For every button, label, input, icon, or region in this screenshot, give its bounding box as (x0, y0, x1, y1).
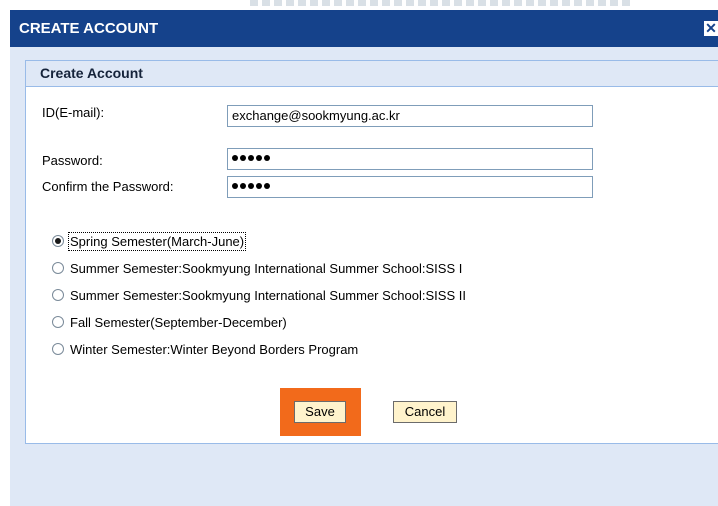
semester-option-summer-siss-2[interactable]: Summer Semester:Sookmyung International … (52, 286, 466, 304)
create-account-panel: Create Account ID(E-mail): exchange@sook… (25, 60, 718, 444)
radio-button[interactable] (52, 235, 64, 247)
mask-dot (232, 155, 238, 161)
password-mask (232, 155, 270, 161)
id-email-field[interactable]: exchange@sookmyung.ac.kr (227, 105, 593, 127)
mask-dot (240, 155, 246, 161)
create-account-dialog: CREATE ACCOUNT ✕ Create Account ID(E-mai… (10, 10, 718, 506)
confirm-password-label: Confirm the Password: (42, 179, 174, 194)
background-page-strip (0, 0, 718, 8)
mask-dot (264, 155, 270, 161)
radio-button[interactable] (52, 343, 64, 355)
semester-option-winter[interactable]: Winter Semester:Winter Beyond Borders Pr… (52, 340, 358, 358)
radio-button[interactable] (52, 289, 64, 301)
semester-label: Summer Semester:Sookmyung International … (70, 287, 466, 303)
mask-dot (264, 183, 270, 189)
id-label: ID(E-mail): (42, 105, 105, 120)
semester-label: Spring Semester(March-June) (67, 231, 247, 251)
mask-dot (240, 183, 246, 189)
mask-dot (248, 155, 254, 161)
save-button[interactable]: Save (294, 401, 346, 423)
mask-dot (256, 155, 262, 161)
dialog-title: CREATE ACCOUNT (19, 20, 159, 37)
mask-dot (256, 183, 262, 189)
panel-title: Create Account (26, 61, 718, 87)
semester-label: Fall Semester(September-December) (70, 314, 287, 330)
close-icon[interactable]: ✕ (704, 21, 718, 36)
semester-label: Winter Semester:Winter Beyond Borders Pr… (70, 341, 359, 357)
radio-button[interactable] (52, 316, 64, 328)
mask-dot (232, 183, 238, 189)
semester-option-spring[interactable]: Spring Semester(March-June) (52, 231, 247, 251)
password-label: Password: (42, 153, 103, 168)
semester-option-fall[interactable]: Fall Semester(September-December) (52, 313, 287, 331)
semester-label: Summer Semester:Sookmyung International … (70, 260, 463, 276)
dialog-titlebar: CREATE ACCOUNT ✕ (10, 10, 718, 47)
radio-button[interactable] (52, 262, 64, 274)
password-field[interactable] (227, 148, 593, 170)
confirm-password-field[interactable] (227, 176, 593, 198)
cancel-button[interactable]: Cancel (393, 401, 457, 423)
semester-option-summer-siss-1[interactable]: Summer Semester:Sookmyung International … (52, 259, 462, 277)
mask-dot (248, 183, 254, 189)
confirm-password-mask (232, 183, 270, 189)
